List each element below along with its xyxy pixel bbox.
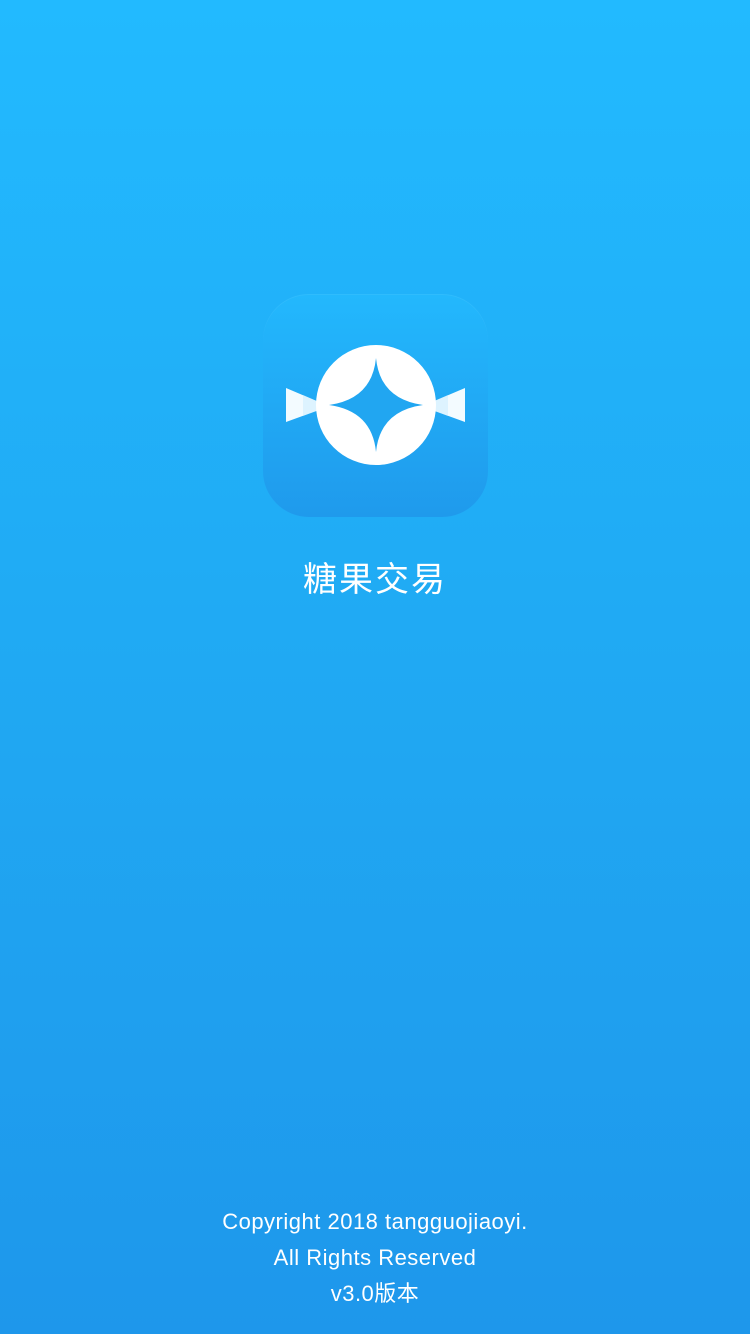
copyright-text: Copyright 2018 tangguojiaoyi. — [222, 1209, 528, 1234]
app-title: 糖果交易 — [303, 560, 447, 600]
splash-screen: 糖果交易 Copyright 2018 tangguojiaoyi. All R… — [0, 0, 750, 1334]
footer: Copyright 2018 tangguojiaoyi. All Rights… — [0, 1204, 750, 1312]
candy-logo-icon — [286, 345, 465, 465]
app-logo — [263, 294, 488, 517]
version-text: v3.0版本 — [330, 1281, 420, 1306]
rights-text: All Rights Reserved — [273, 1245, 477, 1270]
